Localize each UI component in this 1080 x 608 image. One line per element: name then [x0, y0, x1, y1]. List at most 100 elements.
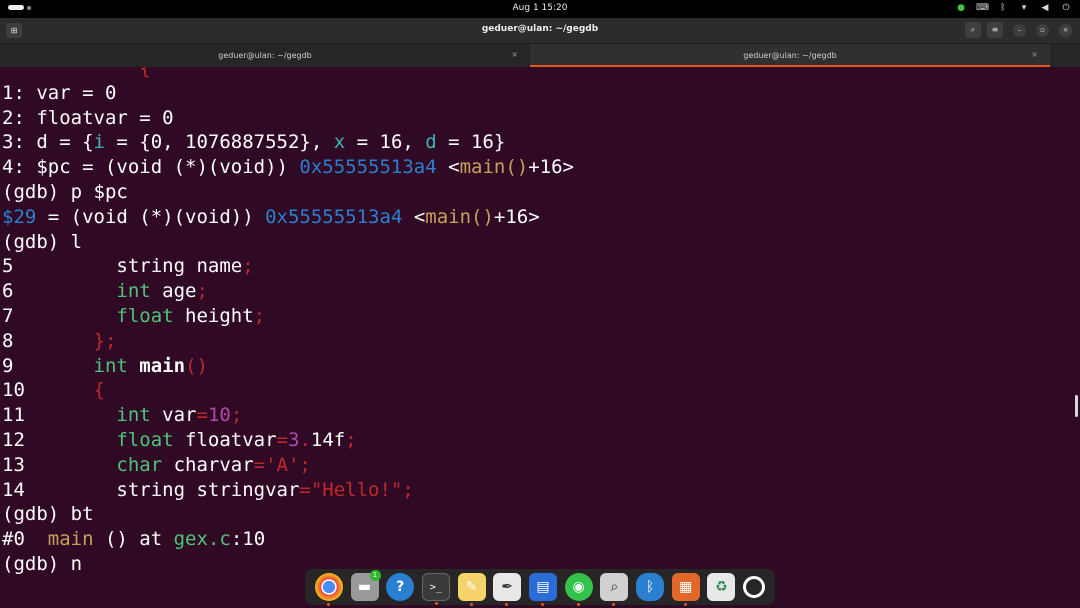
- wechat-icon[interactable]: ●: [955, 2, 967, 14]
- close-button[interactable]: ×: [1059, 23, 1072, 37]
- terminal-text-segment: var: [150, 404, 197, 427]
- hamburger-menu-icon: ≡: [991, 25, 999, 34]
- terminal-text-segment: gex.c: [173, 528, 231, 551]
- trash-icon[interactable]: ♻: [707, 573, 736, 601]
- image-viewer-icon[interactable]: ⌕: [600, 573, 629, 606]
- impress-icon[interactable]: ▦: [671, 573, 700, 606]
- terminal-text-segment: main(): [425, 205, 494, 228]
- search-icon: ⌕: [970, 25, 976, 34]
- scrollbar[interactable]: [1075, 395, 1078, 417]
- top-system-bar: Aug 1 15:20 ● ⌨ ᛒ ▾ ◀ ⏻: [0, 0, 1080, 18]
- terminal-line: (gdb) p $pc: [2, 180, 574, 205]
- terminal-line: #0 main () at gex.c:10: [2, 527, 574, 552]
- terminal-output[interactable]: {1: var = 0 2: floatvar = 0 3: d = {i = {0…: [0, 67, 1080, 608]
- dock-glyph: ▬: [357, 579, 372, 595]
- dock-glyph: ▤: [536, 579, 550, 595]
- terminal-text-segment: 0x55555513a4: [265, 205, 403, 228]
- terminal-text-segment: 0x55555513a4: [299, 156, 437, 179]
- terminal-text-segment: 9: [2, 354, 94, 377]
- terminal-line: 14 string stringvar="Hello!";: [2, 478, 574, 503]
- terminal-text-segment: 5 string name: [2, 255, 243, 278]
- terminal-line: 8 };: [2, 329, 574, 354]
- terminal-text-segment: 12: [2, 428, 117, 451]
- tab-bar: geduer@ulan: ~/gegdb × geduer@ulan: ~/ge…: [0, 44, 1080, 67]
- dock-glyph: ⌕: [610, 579, 619, 595]
- terminal-text-segment: = {0, 1076887552},: [104, 131, 334, 154]
- terminal-text-segment: char: [116, 453, 163, 476]
- running-indicator: [469, 603, 473, 606]
- terminal-text-segment: 10: [2, 379, 94, 402]
- terminal-text-segment: () at: [93, 528, 174, 551]
- inkscape-icon[interactable]: ✒: [493, 573, 522, 606]
- bluetooth-icon[interactable]: ᛒ: [997, 2, 1009, 14]
- dock-glyph: ▦: [679, 579, 693, 595]
- maximize-button[interactable]: ▫: [1036, 23, 1049, 37]
- terminal-text-segment: +16>: [528, 156, 574, 179]
- terminal-line: 7 float height;: [2, 304, 574, 329]
- terminal-text-segment: <: [402, 205, 426, 228]
- terminal-text-segment: ="Hello!";: [299, 478, 414, 501]
- terminal-text-segment: age: [150, 280, 197, 303]
- terminal-icon[interactable]: >_: [421, 573, 450, 605]
- terminal-text-segment: float: [116, 304, 174, 327]
- dock: ▬ 1? >_ ✎ ✒ ▤ ◉ ⌕ ᛒ ▦ ♻: [305, 569, 775, 606]
- system-tray[interactable]: ● ⌨ ᛒ ▾ ◀ ⏻: [955, 2, 1072, 14]
- terminal-text-segment: main(): [459, 156, 529, 179]
- tab-label: geduer@ulan: ~/gegdb: [218, 51, 312, 60]
- keyboard-icon[interactable]: ⌨: [976, 2, 989, 14]
- tab-label: geduer@ulan: ~/gegdb: [743, 51, 837, 60]
- help-icon[interactable]: ?: [386, 573, 415, 601]
- terminal-text-segment: int: [116, 404, 151, 427]
- search-button[interactable]: ⌕: [965, 22, 981, 38]
- dock-glyph: ✒: [501, 579, 514, 595]
- bluetooth-icon[interactable]: ᛒ: [636, 573, 665, 601]
- terminal-text-segment: 10: [207, 404, 231, 427]
- terminal-text-segment: $29: [2, 205, 37, 228]
- terminal-text-segment: ;: [242, 255, 254, 278]
- clock[interactable]: Aug 1 15:20: [0, 3, 1080, 13]
- terminal-text-segment: .: [299, 428, 311, 451]
- terminal-text-segment: ;: [230, 404, 243, 427]
- dock-glyph: ?: [396, 579, 405, 595]
- writer-icon[interactable]: ▤: [528, 573, 557, 606]
- chrome-icon[interactable]: [314, 573, 343, 606]
- window-title: geduer@ulan: ~/gegdb: [481, 24, 599, 34]
- terminal-text-segment: height: [173, 304, 254, 327]
- terminal-text-segment: 14f: [310, 428, 346, 451]
- minimize-button[interactable]: –: [1013, 23, 1026, 37]
- terminal-text-segment: :10: [230, 528, 266, 551]
- menu-button[interactable]: ≡: [987, 22, 1003, 38]
- terminal-text-segment: charvar: [162, 453, 254, 476]
- terminal-text-segment: 13: [2, 453, 117, 476]
- files-icon[interactable]: ▬ 1: [350, 570, 381, 601]
- terminal-text-segment: ='A';: [253, 453, 311, 476]
- power-icon[interactable]: ⏻: [1060, 2, 1072, 14]
- terminal-line: {: [2, 67, 574, 81]
- terminal-text-segment: = (void (*)(void)): [36, 205, 266, 228]
- tab-terminal-2[interactable]: geduer@ulan: ~/gegdb ×: [530, 44, 1050, 67]
- terminal-text-segment: {: [93, 379, 105, 402]
- dock-glyph: ᛒ: [645, 579, 655, 595]
- show-apps-icon[interactable]: [743, 576, 766, 598]
- terminal-text-segment: 1: var = 0: [2, 81, 117, 104]
- wechat-icon[interactable]: ◉: [564, 573, 593, 606]
- tab-close-icon[interactable]: ×: [511, 50, 518, 59]
- terminal-text-segment: 7: [2, 304, 117, 327]
- terminal-text-segment: i: [93, 131, 105, 154]
- terminal-text-segment: ;: [253, 304, 266, 327]
- terminal-text-segment: (): [185, 354, 208, 377]
- terminal-text-segment: x: [333, 131, 346, 154]
- tab-close-icon[interactable]: ×: [1031, 50, 1038, 59]
- restore-icon: ▫: [1040, 25, 1045, 34]
- volume-icon[interactable]: ◀: [1039, 2, 1051, 14]
- terminal-text-segment: =: [276, 428, 288, 451]
- tab-terminal-1[interactable]: geduer@ulan: ~/gegdb ×: [0, 44, 530, 67]
- terminal-text-segment: (gdb) n: [2, 552, 83, 575]
- wifi-icon[interactable]: ▾: [1018, 2, 1030, 14]
- terminal-line: 4: $pc = (void (*)(void)) 0x55555513a4 <…: [2, 155, 574, 180]
- terminal-line: 5 string name;: [2, 254, 574, 279]
- minimize-icon: –: [1017, 25, 1022, 34]
- terminal-line: 10 {: [2, 378, 574, 403]
- text-editor-icon[interactable]: ✎: [457, 573, 486, 606]
- running-indicator: [326, 603, 330, 606]
